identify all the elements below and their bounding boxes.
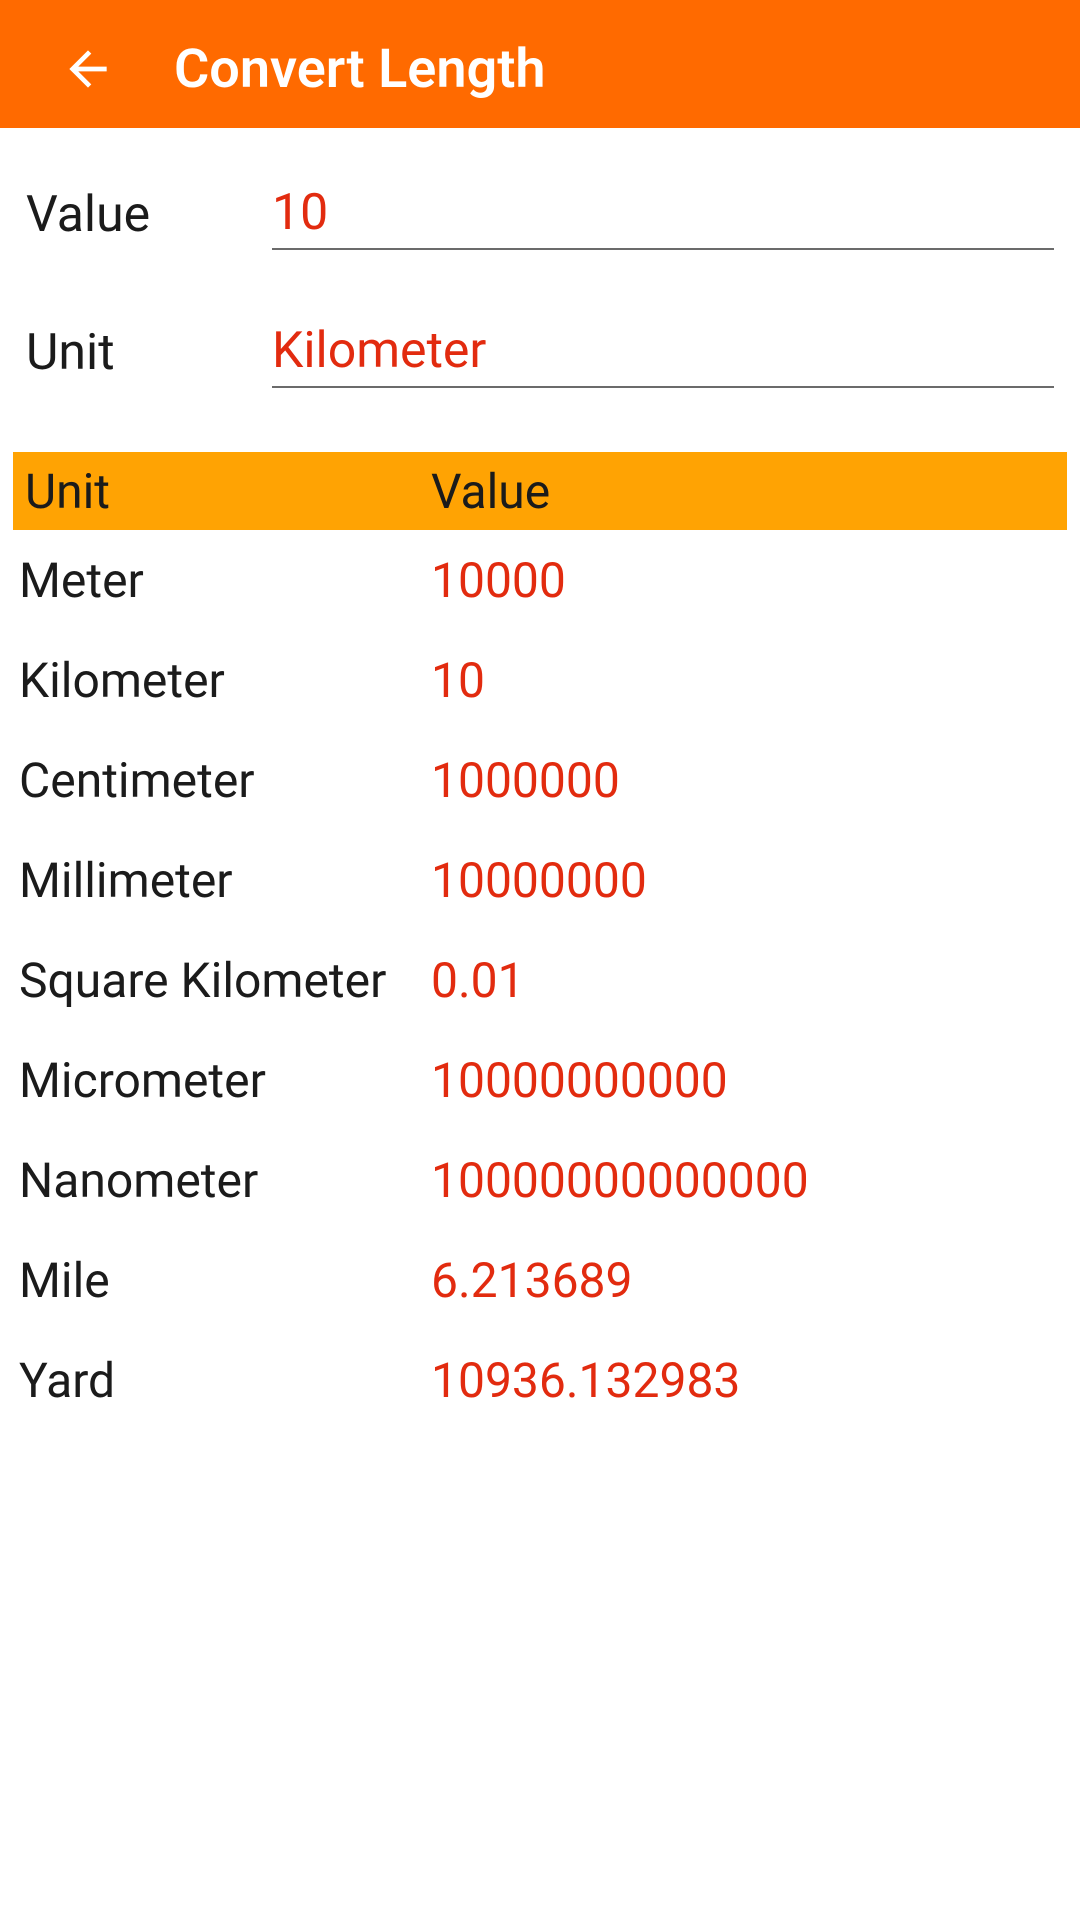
back-button[interactable]: [58, 39, 118, 99]
value-cell: 10000000000: [423, 1052, 1067, 1109]
table-row: Square Kilometer 0.01: [13, 930, 1067, 1030]
table-header: Unit Value: [13, 452, 1067, 530]
unit-cell: Kilometer: [13, 652, 423, 709]
value-cell: 10000000000000: [423, 1152, 1067, 1209]
value-cell: 0.01: [423, 952, 1067, 1009]
table-row: Micrometer 10000000000: [13, 1030, 1067, 1130]
unit-row: Unit Kilometer: [26, 322, 1054, 388]
unit-cell: Square Kilometer: [13, 952, 423, 1009]
table-row: Millimeter 10000000: [13, 830, 1067, 930]
table-row: Centimeter 1000000: [13, 730, 1067, 830]
table-body[interactable]: Meter 10000 Kilometer 10 Centimeter 1000…: [13, 530, 1067, 1430]
header-value: Value: [423, 463, 1067, 520]
value-cell: 10000: [423, 552, 1067, 609]
value-cell: 1000000: [423, 752, 1067, 809]
value-cell: 6.213689: [423, 1252, 1067, 1309]
value-cell: 10: [423, 652, 1067, 709]
unit-select-container: Kilometer: [272, 322, 1054, 388]
value-cell: 10936.132983: [423, 1352, 1067, 1409]
header-unit: Unit: [13, 463, 423, 520]
unit-cell: Millimeter: [13, 852, 423, 909]
results-table: Unit Value Meter 10000 Kilometer 10 Cent…: [13, 452, 1067, 1430]
input-form: Value Unit Kilometer: [0, 128, 1080, 452]
unit-cell: Centimeter: [13, 752, 423, 809]
unit-cell: Nanometer: [13, 1152, 423, 1209]
app-bar: Convert Length: [0, 10, 1080, 128]
table-row: Nanometer 10000000000000: [13, 1130, 1067, 1230]
unit-cell: Yard: [13, 1352, 423, 1409]
value-cell: 10000000: [423, 852, 1067, 909]
arrow-left-icon: [60, 41, 116, 97]
page-title: Convert Length: [174, 38, 546, 101]
unit-label: Unit: [26, 324, 272, 388]
value-label: Value: [26, 186, 272, 250]
table-row: Meter 10000: [13, 530, 1067, 630]
unit-cell: Meter: [13, 552, 423, 609]
unit-cell: Micrometer: [13, 1052, 423, 1109]
table-row: Yard 10936.132983: [13, 1330, 1067, 1430]
unit-select[interactable]: Kilometer: [272, 322, 1054, 380]
value-input[interactable]: [272, 184, 1054, 242]
value-row: Value: [26, 184, 1054, 250]
status-bar: [0, 0, 1080, 10]
unit-cell: Mile: [13, 1252, 423, 1309]
table-row: Mile 6.213689: [13, 1230, 1067, 1330]
value-input-container: [272, 184, 1054, 250]
table-row: Kilometer 10: [13, 630, 1067, 730]
